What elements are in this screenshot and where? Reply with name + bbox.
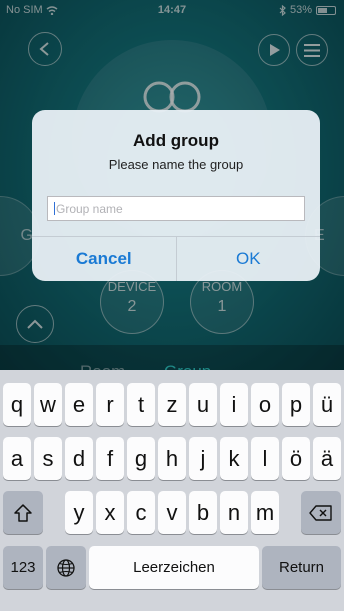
key-c[interactable]: c	[127, 491, 155, 534]
add-group-dialog: Add group Please name the group Group na…	[32, 110, 320, 281]
group-name-placeholder: Group name	[56, 202, 123, 216]
dialog-message: Please name the group	[108, 157, 244, 172]
shift-icon	[14, 503, 32, 522]
key-e[interactable]: e	[65, 383, 93, 426]
delete-key[interactable]	[301, 491, 341, 534]
key-k[interactable]: k	[220, 437, 248, 480]
key-z[interactable]: z	[158, 383, 186, 426]
backspace-icon	[309, 504, 332, 521]
key-y[interactable]: y	[65, 491, 93, 534]
key-q[interactable]: q	[3, 383, 31, 426]
key-g[interactable]: g	[127, 437, 155, 480]
key-t[interactable]: t	[127, 383, 155, 426]
key-n[interactable]: n	[220, 491, 248, 534]
key-p[interactable]: p	[282, 383, 310, 426]
key-o-umlaut[interactable]: ö	[282, 437, 310, 480]
key-w[interactable]: w	[34, 383, 62, 426]
ok-button[interactable]: OK	[177, 237, 321, 281]
globe-icon	[57, 558, 75, 577]
dialog-actions: Cancel OK	[32, 236, 320, 281]
keyboard: q w e r t z u i o p ü a s d f g h j k l …	[0, 370, 344, 611]
shift-key[interactable]	[3, 491, 43, 534]
key-v[interactable]: v	[158, 491, 186, 534]
key-a-umlaut[interactable]: ä	[313, 437, 341, 480]
key-a[interactable]: a	[3, 437, 31, 480]
group-name-input[interactable]: Group name	[47, 196, 305, 221]
key-o[interactable]: o	[251, 383, 279, 426]
key-d[interactable]: d	[65, 437, 93, 480]
return-key[interactable]: Return	[262, 546, 341, 589]
key-x[interactable]: x	[96, 491, 124, 534]
cancel-button[interactable]: Cancel	[32, 237, 177, 281]
key-s[interactable]: s	[34, 437, 62, 480]
key-u-umlaut[interactable]: ü	[313, 383, 341, 426]
globe-key[interactable]	[46, 546, 86, 589]
dialog-title: Add group	[133, 131, 219, 150]
key-u[interactable]: u	[189, 383, 217, 426]
key-r[interactable]: r	[96, 383, 124, 426]
key-l[interactable]: l	[251, 437, 279, 480]
key-f[interactable]: f	[96, 437, 124, 480]
space-key[interactable]: Leerzeichen	[89, 546, 259, 589]
text-caret	[54, 202, 55, 215]
key-m[interactable]: m	[251, 491, 279, 534]
numbers-key[interactable]: 123	[3, 546, 43, 589]
key-b[interactable]: b	[189, 491, 217, 534]
key-i[interactable]: i	[220, 383, 248, 426]
key-h[interactable]: h	[158, 437, 186, 480]
key-j[interactable]: j	[189, 437, 217, 480]
